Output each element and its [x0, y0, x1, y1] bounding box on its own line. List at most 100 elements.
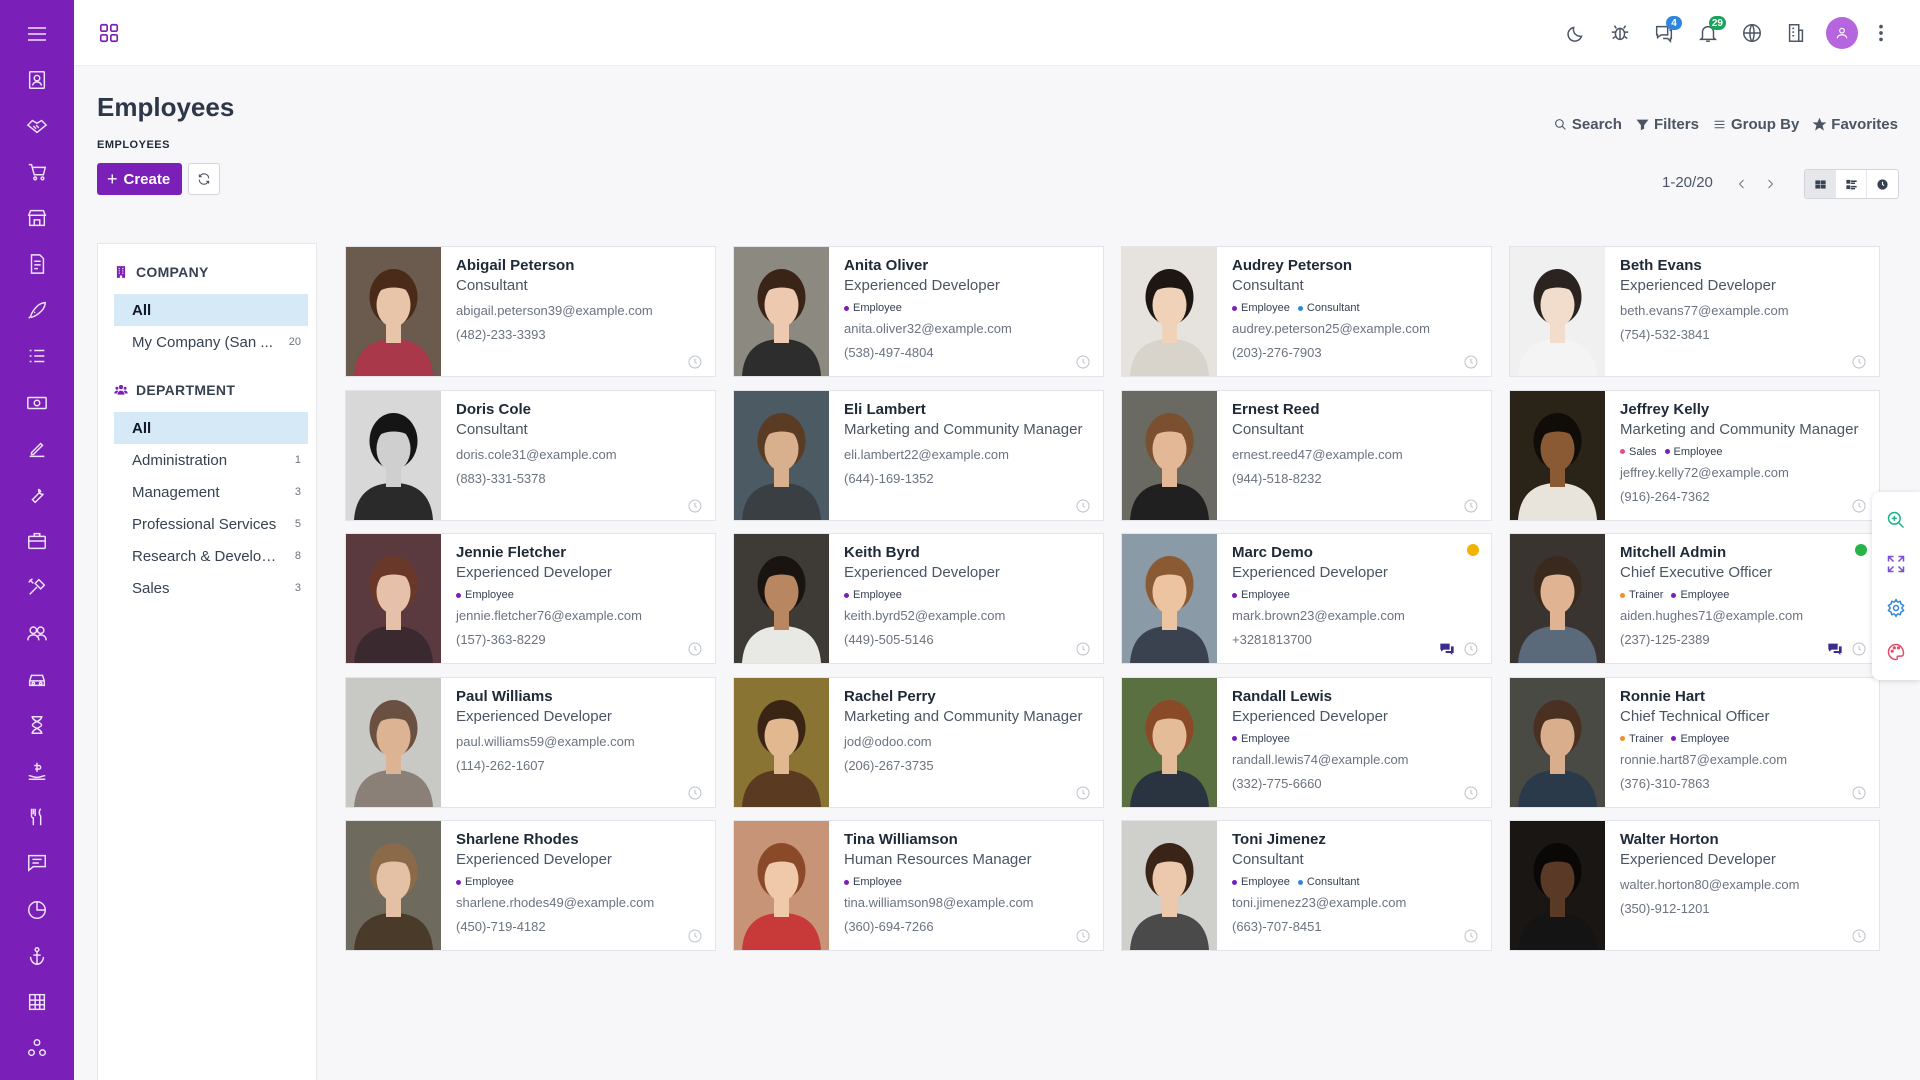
employee-name[interactable]: Eli Lambert: [844, 400, 1103, 420]
employee-name[interactable]: Ronnie Hart: [1620, 687, 1879, 707]
grid-icon[interactable]: [23, 988, 51, 1016]
department-item-5[interactable]: Sales 3: [114, 572, 308, 604]
contacts-icon[interactable]: [23, 66, 51, 94]
employee-card[interactable]: Audrey Peterson Consultant Employee Consult…: [1121, 246, 1492, 377]
employee-card[interactable]: Mitchell Admin Chief Executive Officer Tra…: [1509, 533, 1880, 664]
employee-card[interactable]: Tina Williamson Human Resources Manager Em…: [733, 820, 1104, 951]
employee-name[interactable]: Marc Demo: [1232, 543, 1491, 563]
activity-clock-icon[interactable]: [1851, 928, 1867, 944]
department-item-0[interactable]: All: [114, 412, 308, 444]
employee-card[interactable]: Ronnie Hart Chief Technical Officer Traine…: [1509, 676, 1880, 808]
messages-button[interactable]: 4: [1642, 16, 1686, 50]
apps-network-icon[interactable]: [23, 1034, 51, 1062]
list-view-button[interactable]: [1836, 170, 1867, 198]
company-switcher-button[interactable]: [1774, 16, 1818, 50]
employee-card[interactable]: Keith Byrd Experienced Developer Employee k…: [733, 533, 1104, 664]
anchor-icon[interactable]: [23, 942, 51, 970]
activity-clock-icon[interactable]: [1075, 354, 1091, 370]
debug-button[interactable]: [1598, 16, 1642, 50]
employees-icon[interactable]: [23, 619, 51, 647]
zoom-button[interactable]: [1878, 498, 1914, 542]
breadcrumb[interactable]: EMPLOYEES: [97, 139, 170, 151]
more-options-button[interactable]: [1866, 16, 1896, 50]
create-button[interactable]: + Create: [97, 163, 183, 195]
department-item-2[interactable]: Management 3: [114, 476, 308, 508]
employee-name[interactable]: Toni Jimenez: [1232, 830, 1491, 850]
activity-clock-icon[interactable]: [687, 928, 703, 944]
company-item-1[interactable]: My Company (San ... 20: [114, 326, 308, 358]
store-icon[interactable]: [23, 204, 51, 232]
chat-icon[interactable]: [23, 850, 51, 878]
employee-name[interactable]: Doris Cole: [456, 400, 715, 420]
search-button[interactable]: Search: [1554, 116, 1622, 133]
cart-icon[interactable]: [23, 158, 51, 186]
apps-grid-icon[interactable]: [98, 22, 120, 44]
employee-card[interactable]: Randall Lewis Experienced Developer Employ…: [1121, 676, 1492, 808]
activity-clock-icon[interactable]: [1463, 354, 1479, 370]
chat-icon[interactable]: [1439, 642, 1455, 656]
activity-clock-icon[interactable]: [1075, 785, 1091, 801]
fullscreen-button[interactable]: [1878, 542, 1914, 586]
employee-card[interactable]: Anita Oliver Experienced Developer Employe…: [733, 246, 1104, 377]
language-button[interactable]: [1730, 16, 1774, 50]
employee-name[interactable]: Jennie Fletcher: [456, 543, 715, 563]
notifications-button[interactable]: 29: [1686, 16, 1730, 50]
employee-name[interactable]: Abigail Peterson: [456, 256, 715, 276]
payroll-icon[interactable]: [23, 758, 51, 786]
employee-name[interactable]: Ernest Reed: [1232, 400, 1491, 420]
employee-card[interactable]: Jennie Fletcher Experienced Developer Empl…: [345, 533, 716, 664]
pager-next-button[interactable]: [1760, 174, 1780, 194]
settings-button[interactable]: [1878, 586, 1914, 630]
department-item-3[interactable]: Professional Services 5: [114, 508, 308, 540]
employee-name[interactable]: Sharlene Rhodes: [456, 830, 715, 850]
menu-icon[interactable]: [23, 20, 51, 48]
employee-name[interactable]: Rachel Perry: [844, 687, 1103, 707]
employee-card[interactable]: Doris Cole Consultant doris.cole31@example…: [345, 389, 716, 521]
activity-clock-icon[interactable]: [1463, 928, 1479, 944]
activity-clock-icon[interactable]: [687, 498, 703, 514]
user-avatar[interactable]: [1826, 17, 1858, 49]
activity-clock-icon[interactable]: [1463, 641, 1479, 657]
employee-name[interactable]: Walter Horton: [1620, 830, 1879, 850]
employee-name[interactable]: Randall Lewis: [1232, 687, 1491, 707]
activity-clock-icon[interactable]: [1075, 498, 1091, 514]
car-icon[interactable]: [23, 665, 51, 693]
department-item-1[interactable]: Administration 1: [114, 444, 308, 476]
employee-card[interactable]: Jeffrey Kelly Marketing and Community Man…: [1509, 389, 1880, 521]
theme-button[interactable]: [1878, 630, 1914, 674]
kanban-view-button[interactable]: [1805, 170, 1836, 198]
activity-clock-icon[interactable]: [1463, 785, 1479, 801]
employee-card[interactable]: Ernest Reed Consultant ernest.reed47@examp…: [1121, 389, 1492, 521]
tasks-icon[interactable]: [23, 343, 51, 371]
pager-value[interactable]: 1-20/20: [1662, 174, 1713, 191]
tools-icon[interactable]: [23, 573, 51, 601]
company-item-0[interactable]: All: [114, 294, 308, 326]
briefcase-icon[interactable]: [23, 527, 51, 555]
invoice-icon[interactable]: [23, 250, 51, 278]
money-icon[interactable]: [23, 389, 51, 417]
activity-clock-icon[interactable]: [1075, 641, 1091, 657]
employee-card[interactable]: Toni Jimenez Consultant Employee Consultant…: [1121, 820, 1492, 951]
chart-pie-icon[interactable]: [23, 896, 51, 924]
employee-name[interactable]: Mitchell Admin: [1620, 543, 1879, 563]
employee-card[interactable]: Rachel Perry Marketing and Community Mana…: [733, 676, 1104, 808]
activity-clock-icon[interactable]: [687, 785, 703, 801]
employee-name[interactable]: Paul Williams: [456, 687, 715, 707]
employee-name[interactable]: Anita Oliver: [844, 256, 1103, 276]
hourglass-icon[interactable]: [23, 711, 51, 739]
employee-card[interactable]: Paul Williams Experienced Developer paul.w…: [345, 676, 716, 808]
favorites-button[interactable]: Favorites: [1813, 116, 1898, 133]
refresh-button[interactable]: [188, 163, 220, 195]
employee-name[interactable]: Tina Williamson: [844, 830, 1103, 850]
activity-clock-icon[interactable]: [1851, 354, 1867, 370]
pager-previous-button[interactable]: [1732, 174, 1752, 194]
filters-button[interactable]: Filters: [1636, 116, 1699, 133]
activity-clock-icon[interactable]: [687, 641, 703, 657]
employee-card[interactable]: Abigail Peterson Consultant abigail.peters…: [345, 246, 716, 377]
activity-view-button[interactable]: [1867, 170, 1898, 198]
employee-name[interactable]: Audrey Peterson: [1232, 256, 1491, 276]
activity-clock-icon[interactable]: [1463, 498, 1479, 514]
activity-clock-icon[interactable]: [687, 354, 703, 370]
employee-card[interactable]: Walter Horton Experienced Developer walter…: [1509, 820, 1880, 951]
activity-clock-icon[interactable]: [1851, 498, 1867, 514]
